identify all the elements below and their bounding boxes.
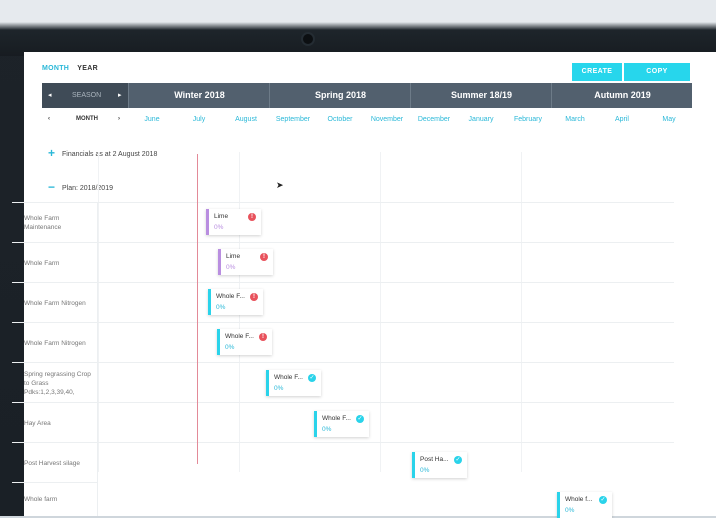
task-card[interactable]: Whole F... 0% ! (208, 289, 263, 315)
row-label: Hay Area (12, 403, 98, 443)
month-december[interactable]: December (411, 116, 457, 123)
task-progress: 0% (216, 304, 226, 311)
tab-year[interactable]: YEAR (77, 65, 98, 72)
season-prev-icon[interactable]: ◂ (48, 91, 52, 99)
month-november[interactable]: November (364, 116, 410, 123)
month-february[interactable]: February (505, 116, 551, 123)
task-title: Post Ha... (420, 456, 449, 463)
row-label: Whole farm (12, 482, 98, 516)
month-april[interactable]: April (599, 116, 645, 123)
season-bar: ◂ SEASON ▸ Winter 2018 Spring 2018 Summe… (42, 83, 692, 108)
season-winter[interactable]: Winter 2018 (128, 83, 270, 108)
task-card[interactable]: Whole f... 0% ✓ (557, 492, 612, 518)
row-label: Whole Farm Maintenance (12, 203, 98, 243)
table-row: Spring regrassing Crop to Grass Pdks:1,2… (12, 362, 674, 403)
task-card[interactable]: Lime 0% ! (218, 249, 273, 275)
table-row: Whole Farm (12, 242, 674, 283)
error-icon: ! (259, 333, 267, 341)
season-next-icon[interactable]: ▸ (118, 91, 122, 99)
camera-icon (303, 34, 313, 44)
task-card[interactable]: Whole F... 0% ✓ (314, 411, 369, 437)
month-row: ‹ MONTH › June July August September Oct… (42, 110, 692, 130)
season-spring[interactable]: Spring 2018 (269, 83, 411, 108)
season-summer[interactable]: Summer 18/19 (410, 83, 552, 108)
month-january[interactable]: January (458, 116, 504, 123)
month-prev-icon[interactable]: ‹ (48, 116, 50, 122)
table-row: Whole Farm Nitrogen (12, 322, 674, 363)
check-icon: ✓ (308, 374, 316, 382)
month-september[interactable]: September (270, 116, 316, 123)
mouse-cursor-icon: ➤ (276, 180, 284, 190)
task-title: Whole F... (216, 293, 245, 300)
task-progress: 0% (226, 264, 236, 271)
row-label: Post Harvest silage (12, 443, 98, 483)
task-title: Whole F... (225, 333, 254, 340)
month-july[interactable]: July (176, 116, 222, 123)
row-label: Whole Farm Nitrogen (12, 283, 98, 323)
copy-button[interactable]: COPY (624, 63, 690, 81)
month-march[interactable]: March (552, 116, 598, 123)
season-nav-label: SEASON (72, 92, 102, 99)
row-label: Spring regrassing Crop to Grass Pdks:1,2… (12, 363, 98, 403)
task-card[interactable]: Whole F... 0% ✓ (266, 370, 321, 396)
task-title: Lime (226, 253, 241, 260)
row-label: Whole Farm (12, 243, 98, 283)
check-icon: ✓ (454, 456, 462, 464)
season-nav: ◂ SEASON ▸ (42, 83, 128, 108)
task-card[interactable]: Whole F... 0% ! (217, 329, 272, 355)
create-button[interactable]: CREATE (572, 63, 622, 81)
task-progress: 0% (322, 426, 332, 433)
error-icon: ! (260, 253, 268, 261)
task-progress: 0% (214, 224, 224, 231)
task-title: Lime (214, 213, 229, 220)
month-august[interactable]: August (223, 116, 269, 123)
task-card[interactable]: Post Ha... 0% ✓ (412, 452, 467, 478)
month-may[interactable]: May (646, 116, 692, 123)
check-icon: ✓ (356, 415, 364, 423)
today-line (197, 154, 198, 464)
error-icon: ! (250, 293, 258, 301)
month-june[interactable]: June (129, 116, 175, 123)
view-tabs: MONTH YEAR (42, 65, 104, 72)
month-nav-label: MONTH (76, 116, 98, 122)
task-card[interactable]: Lime 0% ! (206, 209, 261, 235)
table-row: Whole Farm Nitrogen (12, 282, 674, 323)
table-row: Whole Farm Maintenance (12, 202, 674, 243)
task-progress: 0% (420, 467, 430, 474)
task-title: Whole f... (565, 496, 593, 503)
device-top-bezel (0, 0, 716, 56)
task-progress: 0% (225, 344, 235, 351)
table-row: Post Harvest silage (12, 442, 674, 483)
task-title: Whole F... (322, 415, 351, 422)
season-autumn[interactable]: Autumn 2019 (551, 83, 693, 108)
error-icon: ! (248, 213, 256, 221)
month-october[interactable]: October (317, 116, 363, 123)
tab-month[interactable]: MONTH (42, 65, 69, 72)
month-next-icon[interactable]: › (118, 116, 120, 122)
task-progress: 0% (274, 385, 284, 392)
task-title: Whole F... (274, 374, 303, 381)
task-progress: 0% (565, 507, 575, 514)
check-icon: ✓ (599, 496, 607, 504)
row-label: Whole Farm Nitrogen (12, 323, 98, 363)
